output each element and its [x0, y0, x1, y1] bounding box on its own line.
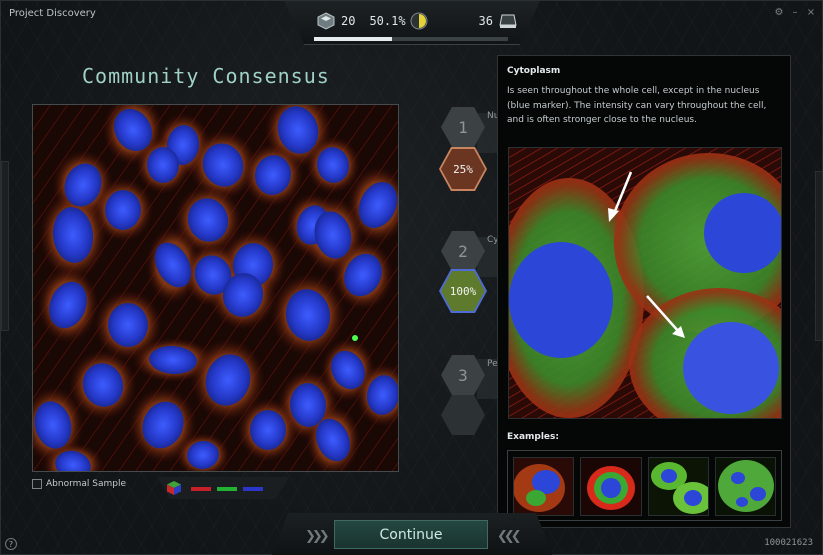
abnormal-checkbox[interactable]: [32, 479, 42, 489]
red-channel-toggle[interactable]: [191, 487, 211, 491]
page-heading: Community Consensus: [82, 64, 330, 88]
option-3-percent[interactable]: [441, 395, 485, 435]
close-icon[interactable]: ×: [806, 7, 816, 18]
player-stats: 20 50.1% 36: [317, 11, 517, 31]
chevrons-right-icon: ❮❮❮: [497, 529, 522, 544]
example-thumbnail-1[interactable]: [513, 457, 575, 516]
minimize-icon[interactable]: –: [790, 7, 800, 18]
left-side-tab[interactable]: [1, 161, 9, 331]
channel-selector: [157, 477, 289, 499]
continue-button[interactable]: Continue: [334, 520, 488, 549]
examples-label: Examples:: [507, 432, 559, 442]
abnormal-label: Abnormal Sample: [46, 479, 127, 489]
xp-progress-bar: [314, 37, 508, 41]
example-thumbnail-2[interactable]: [580, 457, 642, 516]
settings-icon[interactable]: ⚙: [774, 7, 784, 18]
abnormal-sample-toggle[interactable]: Abnormal Sample: [32, 479, 126, 489]
blue-channel-toggle[interactable]: [243, 487, 263, 491]
pie-meter-icon: [410, 12, 428, 30]
reference-image: [508, 147, 782, 419]
window-title: Project Discovery: [9, 8, 96, 19]
chevrons-left-icon: ❯❯❯: [305, 529, 330, 544]
project-discovery-window: Project Discovery ⚙ – × 20 50.1% 36 Comm…: [0, 0, 823, 555]
example-thumbnail-4[interactable]: [714, 457, 776, 516]
cube-icon: [317, 12, 335, 30]
right-side-tab[interactable]: [815, 171, 823, 341]
tray-icon[interactable]: [499, 12, 517, 30]
green-channel-toggle[interactable]: [217, 487, 237, 491]
help-icon[interactable]: ?: [5, 538, 17, 550]
info-panel: Cytoplasm Is seen throughout the whole c…: [497, 55, 791, 528]
sample-id: 100021623: [764, 538, 813, 548]
items-value: 36: [478, 14, 493, 28]
examples-strip: [507, 450, 782, 521]
progress-value: 50.1%: [369, 14, 406, 28]
info-description: Is seen throughout the whole cell, excep…: [507, 86, 767, 125]
window-controls: ⚙ – ×: [774, 7, 816, 18]
rgb-cube-icon[interactable]: [166, 480, 182, 496]
sample-image[interactable]: [32, 104, 399, 472]
level-value: 20: [341, 14, 356, 28]
cell-nucleus: [250, 410, 286, 450]
example-thumbnail-3[interactable]: [647, 457, 709, 516]
info-title: Cytoplasm: [507, 66, 561, 76]
xp-progress-fill: [314, 37, 392, 41]
